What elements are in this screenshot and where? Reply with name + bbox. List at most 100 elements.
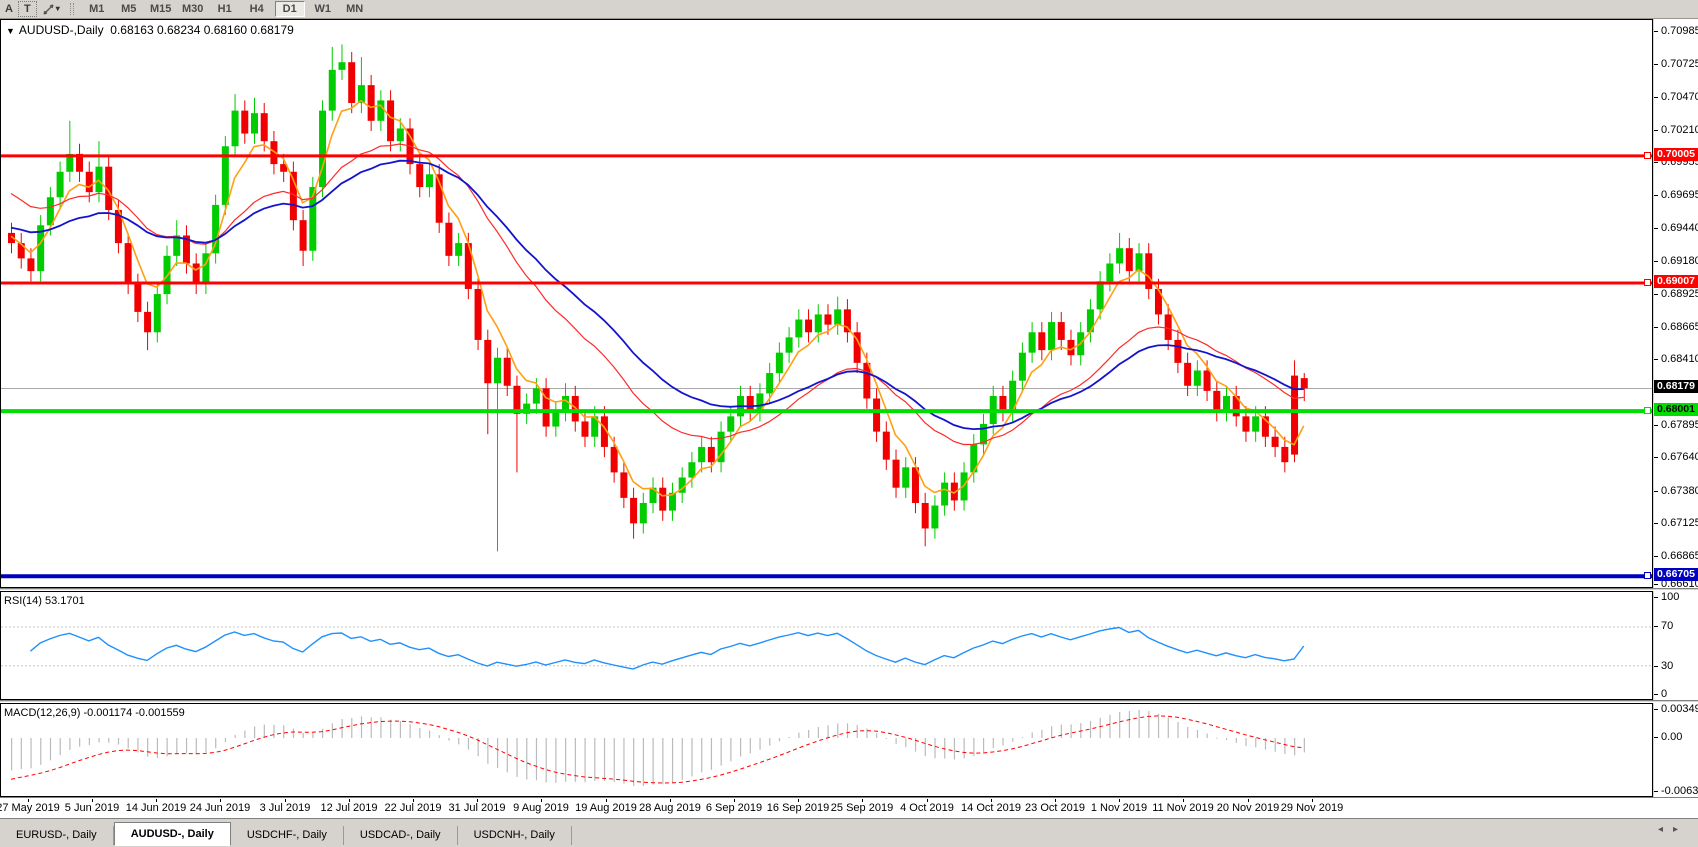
price-axis-tick (1654, 359, 1658, 360)
macd-histogram-bar (147, 738, 148, 757)
macd-histogram-bar (507, 738, 508, 772)
text-label-button[interactable]: T (18, 1, 37, 17)
time-axis[interactable]: 27 May 20195 Jun 201914 Jun 201924 Jun 2… (0, 799, 1698, 818)
candle-body (552, 411, 559, 426)
cursor-button[interactable]: A (0, 2, 18, 16)
timeframe-button-D1[interactable]: D1 (275, 1, 305, 17)
macd-histogram-bar (944, 738, 945, 759)
candle-body (86, 172, 93, 192)
candle-body (873, 399, 880, 432)
hline-handle[interactable] (1644, 152, 1651, 159)
candle-body (805, 320, 812, 333)
date-label: 19 Aug 2019 (575, 802, 637, 814)
macd-panel[interactable] (0, 703, 1653, 797)
macd-histogram-bar (1304, 738, 1305, 752)
date-label: 1 Nov 2019 (1091, 802, 1147, 814)
date-label: 20 Nov 2019 (1217, 802, 1279, 814)
timeframe-button-H1[interactable]: H1 (211, 2, 239, 16)
hline-price-tag: 0.68001 (1654, 403, 1698, 416)
timeframe-button-MN[interactable]: MN (341, 2, 369, 16)
macd-histogram-bar (205, 738, 206, 752)
candle-body (562, 396, 569, 411)
macd-histogram-bar (283, 725, 284, 738)
macd-histogram-bar (886, 738, 887, 739)
macd-histogram-bar (779, 738, 780, 741)
macd-histogram-bar (623, 738, 624, 784)
candle-body (999, 396, 1006, 411)
macd-histogram-bar (118, 738, 119, 745)
price-axis-tick (1654, 294, 1658, 295)
candle-body (387, 100, 394, 141)
main-chart-panel[interactable] (0, 19, 1653, 588)
macd-histogram-bar (672, 738, 673, 783)
chart-tab-audusd[interactable]: AUDUSD-, Daily (114, 822, 231, 846)
hline-price-tag: 0.70005 (1654, 148, 1698, 161)
candle-body (484, 340, 491, 383)
price-axis-tick-label: 0.69440 (1661, 222, 1698, 234)
macd-histogram-bar (448, 738, 449, 741)
candle-body (504, 358, 511, 386)
macd-histogram-bar (925, 738, 926, 756)
chart-tab-usdcad[interactable]: USDCAD-, Daily (344, 826, 458, 845)
chart-tab-eurusd[interactable]: EURUSD-, Daily (0, 826, 114, 845)
price-axis-tick (1654, 162, 1658, 163)
date-label: 25 Sep 2019 (831, 802, 893, 814)
hline-price-tag: 0.66705 (1654, 568, 1698, 581)
timeframe-button-M15[interactable]: M15 (147, 2, 175, 16)
chart-title: ▼AUDUSD-,Daily 0.68163 0.68234 0.68160 0… (6, 23, 294, 37)
price-axis-tick-label: 0.68410 (1661, 353, 1698, 365)
candle-body (883, 432, 890, 460)
date-label: 4 Oct 2019 (900, 802, 954, 814)
hline-handle[interactable] (1644, 279, 1651, 286)
candle-body (1223, 396, 1230, 411)
macd-histogram-bar (1245, 738, 1246, 746)
candle-body (941, 483, 948, 506)
toolbar-grip[interactable] (70, 3, 74, 15)
macd-histogram-bar (730, 738, 731, 761)
candle-body (533, 388, 540, 403)
chart-tab-usdchf[interactable]: USDCHF-, Daily (231, 826, 344, 845)
timeframe-button-H4[interactable]: H4 (243, 2, 271, 16)
macd-histogram-bar (254, 726, 255, 738)
macd-histogram-bar (1158, 714, 1159, 738)
timeframe-button-M5[interactable]: M5 (115, 2, 143, 16)
date-label: 16 Sep 2019 (767, 802, 829, 814)
candle-body (95, 167, 102, 192)
date-label: 28 Aug 2019 (639, 802, 701, 814)
candle-body (727, 416, 734, 431)
candle-body (688, 462, 695, 477)
line-studies-button[interactable]: ▾ (37, 2, 65, 16)
timeframe-button-W1[interactable]: W1 (309, 2, 337, 16)
macd-histogram-bar (1100, 718, 1101, 738)
symbol-period-label: AUDUSD-,Daily (19, 23, 104, 37)
macd-histogram-bar (11, 738, 12, 770)
collapse-arrow-icon[interactable]: ▼ (6, 26, 15, 36)
hline-handle[interactable] (1644, 572, 1651, 579)
rsi-line (30, 628, 1303, 670)
hline-handle[interactable] (1644, 407, 1651, 414)
candle-body (786, 337, 793, 352)
timeframe-button-M1[interactable]: M1 (83, 2, 111, 16)
rsi-panel[interactable] (0, 591, 1653, 700)
candle-body (931, 506, 938, 529)
macd-histogram-bar (410, 724, 411, 738)
candlestick-chart[interactable] (1, 20, 1652, 587)
macd-histogram-bar (264, 725, 265, 738)
candle-body (1184, 363, 1191, 386)
date-label: 31 Jul 2019 (449, 802, 506, 814)
macd-histogram-bar (225, 738, 226, 742)
candle-body (397, 128, 404, 141)
tab-scroll-right-icon[interactable]: ▸ (1673, 824, 1688, 835)
macd-histogram-bar (1090, 721, 1091, 738)
macd-histogram-bar (584, 738, 585, 782)
macd-histogram-bar (1236, 738, 1237, 743)
macd-histogram-bar (137, 738, 138, 752)
macd-histogram-bar (1197, 730, 1198, 738)
macd-histogram-bar (662, 738, 663, 784)
tab-scroll-left-icon[interactable]: ◂ (1658, 824, 1673, 835)
macd-histogram-bar (273, 725, 274, 738)
chart-tab-usdcnh[interactable]: USDCNH-, Daily (458, 826, 572, 845)
timeframe-button-M30[interactable]: M30 (179, 2, 207, 16)
candle-body (1136, 253, 1143, 271)
macd-histogram-bar (439, 735, 440, 738)
